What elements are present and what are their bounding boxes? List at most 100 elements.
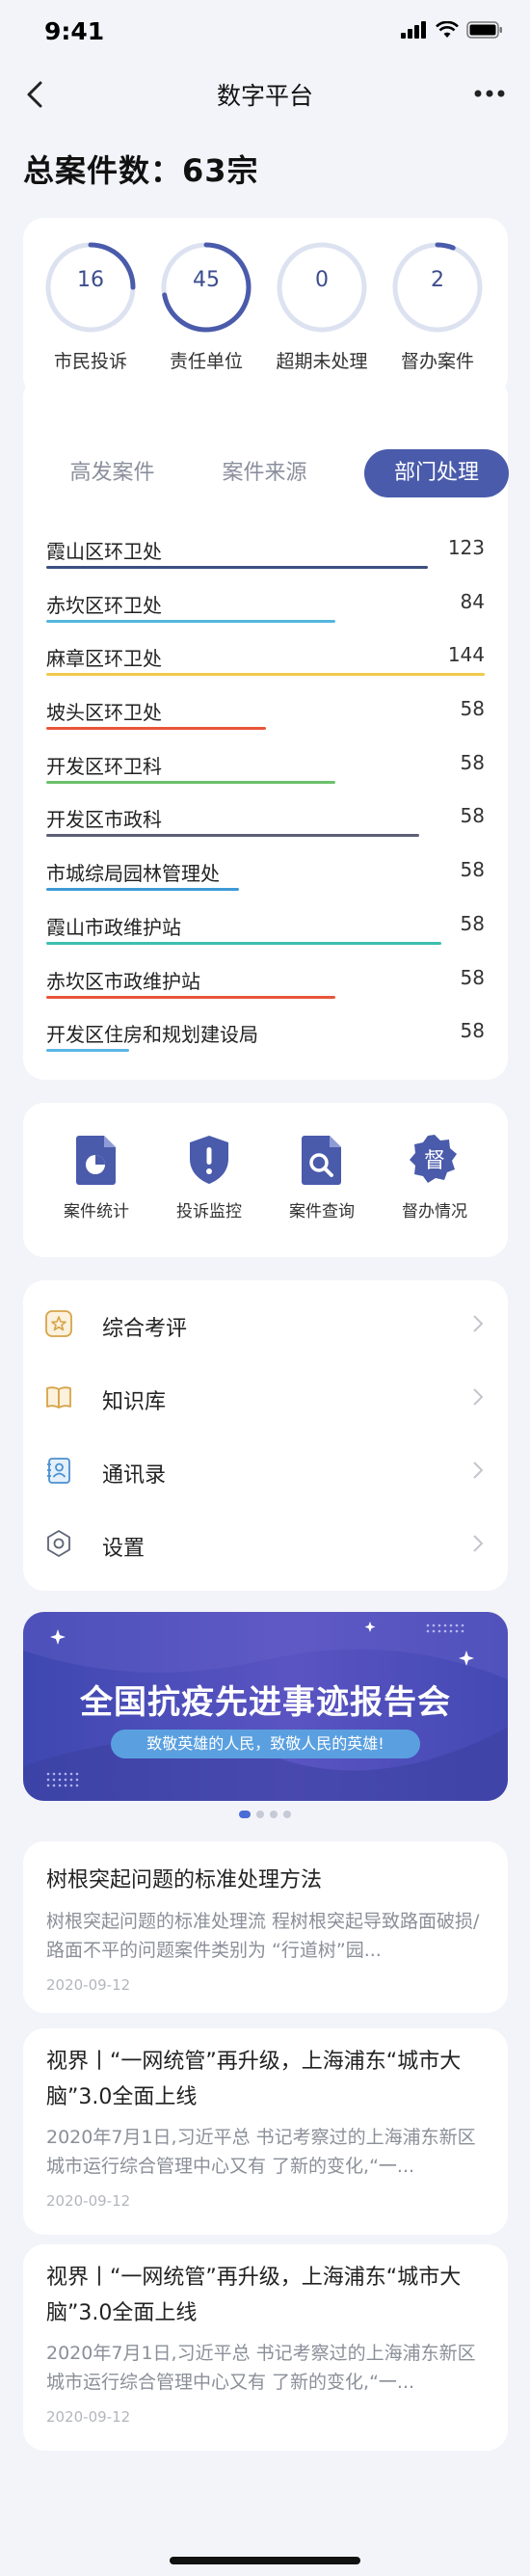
document-chart-icon	[76, 1136, 116, 1185]
carousel-dot[interactable]	[283, 1811, 291, 1818]
department-count: 58	[460, 750, 485, 774]
department-bar	[46, 566, 428, 569]
department-row[interactable]: 坡头区环卫处 58	[46, 697, 485, 751]
department-bar	[46, 834, 419, 838]
case-query-label: 案件查询	[289, 1202, 355, 1221]
department-row[interactable]: 赤坎区市政维护站 58	[46, 966, 485, 1020]
gear-icon	[47, 1530, 70, 1557]
department-bar	[46, 780, 335, 784]
status-bar: 9:41	[0, 0, 530, 64]
department-count: 58	[460, 804, 485, 828]
menu-item-evaluation[interactable]: 综合考评	[23, 1288, 508, 1361]
chevron-right-icon	[473, 1315, 484, 1332]
department-name: 开发区环卫科	[46, 754, 162, 778]
news-card[interactable]: 视界丨“一网统管”再升级，上海浦东“城市大脑”3.0全面上线 2020年7月1日…	[23, 2244, 508, 2451]
tab-case-source[interactable]: 案件来源	[199, 449, 331, 497]
wifi-icon	[436, 21, 459, 38]
stat-label: 超期未处理	[276, 351, 368, 372]
quick-actions-card: 案件统计 投诉监控 案件查询 督 督办情况	[23, 1103, 508, 1257]
news-summary: 2020年7月1日,习近平总 书记考察过的上海浦东新区 城市运行综合管理中心又有…	[46, 2343, 476, 2393]
stat-value: 2	[431, 268, 444, 292]
department-row[interactable]: 霞山市政维护站 58	[46, 912, 485, 966]
department-count: 123	[447, 536, 485, 559]
news-card[interactable]: 树根突起问题的标准处理方法 树根突起问题的标准处理流 程树根突起导致路面破损/ …	[23, 1841, 508, 2013]
stat-value: 0	[315, 268, 329, 292]
stat-circle[interactable]: 2 督办案件	[389, 239, 486, 373]
stat-value: 45	[193, 268, 220, 292]
department-name: 开发区住房和规划建设局	[46, 1023, 258, 1047]
total-cases-label: 总案件数：63宗	[23, 152, 259, 189]
department-name: 市城综局园林管理处	[46, 862, 220, 886]
shield-alert-icon	[190, 1136, 228, 1184]
department-count: 58	[460, 965, 485, 989]
department-name: 赤坎区环卫处	[46, 593, 162, 617]
department-row[interactable]: 麻章区环卫处 144	[46, 643, 485, 697]
stats-card: 16 市民投诉 45 责任单位 0 超期未处理 2 督办案件	[23, 218, 508, 397]
stat-value: 16	[77, 268, 104, 292]
department-count: 58	[460, 911, 485, 935]
news-card[interactable]: 视界丨“一网统管”再升级，上海浦东“城市大脑”3.0全面上线 2020年7月1日…	[23, 2028, 508, 2235]
carousel-dot[interactable]	[270, 1811, 278, 1818]
menu-item-settings[interactable]: 设置	[23, 1508, 508, 1581]
department-row[interactable]: 赤坎区环卫处 84	[46, 590, 485, 644]
supervision-status-button[interactable]: 督 督办情况	[386, 1134, 483, 1221]
news-title: 视界丨“一网统管”再升级，上海浦东“城市大脑”3.0全面上线	[46, 2266, 462, 2325]
case-query-button[interactable]: 案件查询	[274, 1134, 370, 1221]
department-name: 麻章区环卫处	[46, 647, 162, 671]
department-row[interactable]: 开发区住房和规划建设局 58	[46, 1019, 485, 1073]
department-row[interactable]: 霞山区环卫处 123	[46, 536, 485, 590]
stat-circle[interactable]: 16 市民投诉	[42, 239, 139, 373]
badge-glyph: 督	[424, 1149, 445, 1173]
stat-label: 市民投诉	[53, 351, 127, 372]
complaint-monitor-label: 投诉监控	[176, 1202, 242, 1221]
chevron-right-icon	[473, 1535, 484, 1552]
case-statistics-button[interactable]: 案件统计	[48, 1134, 145, 1221]
menu-label-contacts: 通讯录	[102, 1463, 167, 1488]
stat-label: 督办案件	[400, 351, 474, 372]
department-bar	[46, 1049, 129, 1053]
banner-title: 全国抗疫先进事迹报告会	[80, 1683, 451, 1722]
menu-item-knowledge-base[interactable]: 知识库	[23, 1361, 508, 1435]
promo-banner[interactable]: 全国抗疫先进事迹报告会 致敬英雄的人民，致敬人民的英雄!	[23, 1612, 508, 1801]
department-bar	[46, 995, 335, 999]
tab-high-frequency[interactable]: 高发案件	[46, 449, 178, 497]
carousel-indicator	[0, 1811, 530, 1818]
status-icons	[401, 21, 503, 39]
news-date: 2020-09-12	[46, 2408, 131, 2426]
nav-bar: 数字平台	[0, 64, 530, 125]
news-summary: 树根突起问题的标准处理流 程树根突起导致路面破损/ 路面不平的问题案件类别为 “…	[46, 1911, 480, 1961]
news-date: 2020-09-12	[46, 1976, 131, 1994]
banner-subtitle: 致敬英雄的人民，致敬人民的英雄!	[111, 1730, 420, 1758]
department-count: 58	[460, 1019, 485, 1043]
supervision-status-label: 督办情况	[402, 1202, 467, 1221]
signal-icon	[401, 21, 426, 39]
department-bar	[46, 941, 441, 945]
battery-icon	[466, 21, 502, 39]
menu-item-contacts[interactable]: 通讯录	[23, 1435, 508, 1508]
department-name: 开发区市政科	[46, 808, 162, 832]
department-name: 霞山市政维护站	[46, 915, 181, 939]
book-icon	[46, 1386, 71, 1409]
department-row[interactable]: 开发区市政科 58	[46, 804, 485, 858]
tab-bar: 高发案件 案件来源 部门处理	[46, 449, 509, 499]
stat-circle[interactable]: 0 超期未处理	[274, 239, 370, 373]
news-date: 2020-09-12	[46, 2192, 131, 2210]
department-row[interactable]: 市城综局园林管理处 58	[46, 858, 485, 912]
department-count: 84	[460, 589, 485, 613]
department-bar	[46, 727, 266, 731]
department-card: 高发案件 案件来源 部门处理 霞山区环卫处 123 赤坎区环卫处 84 麻章区环卫处 14…	[23, 376, 509, 1080]
carousel-dot[interactable]	[256, 1811, 264, 1818]
badge-du-icon: 督	[410, 1135, 457, 1183]
contacts-icon	[47, 1458, 70, 1484]
tab-department[interactable]: 部门处理	[364, 449, 509, 497]
chevron-right-icon	[473, 1462, 484, 1479]
carousel-dot-active[interactable]	[239, 1811, 251, 1818]
more-options-icon[interactable]	[470, 79, 509, 108]
department-name: 赤坎区市政维护站	[46, 969, 200, 993]
home-indicator[interactable]	[170, 2557, 360, 2564]
department-count: 58	[460, 858, 485, 882]
menu-label-settings: 设置	[102, 1537, 146, 1561]
complaint-monitor-button[interactable]: 投诉监控	[161, 1134, 257, 1221]
department-row[interactable]: 开发区环卫科 58	[46, 751, 485, 805]
stat-circle[interactable]: 45 责任单位	[158, 239, 254, 373]
